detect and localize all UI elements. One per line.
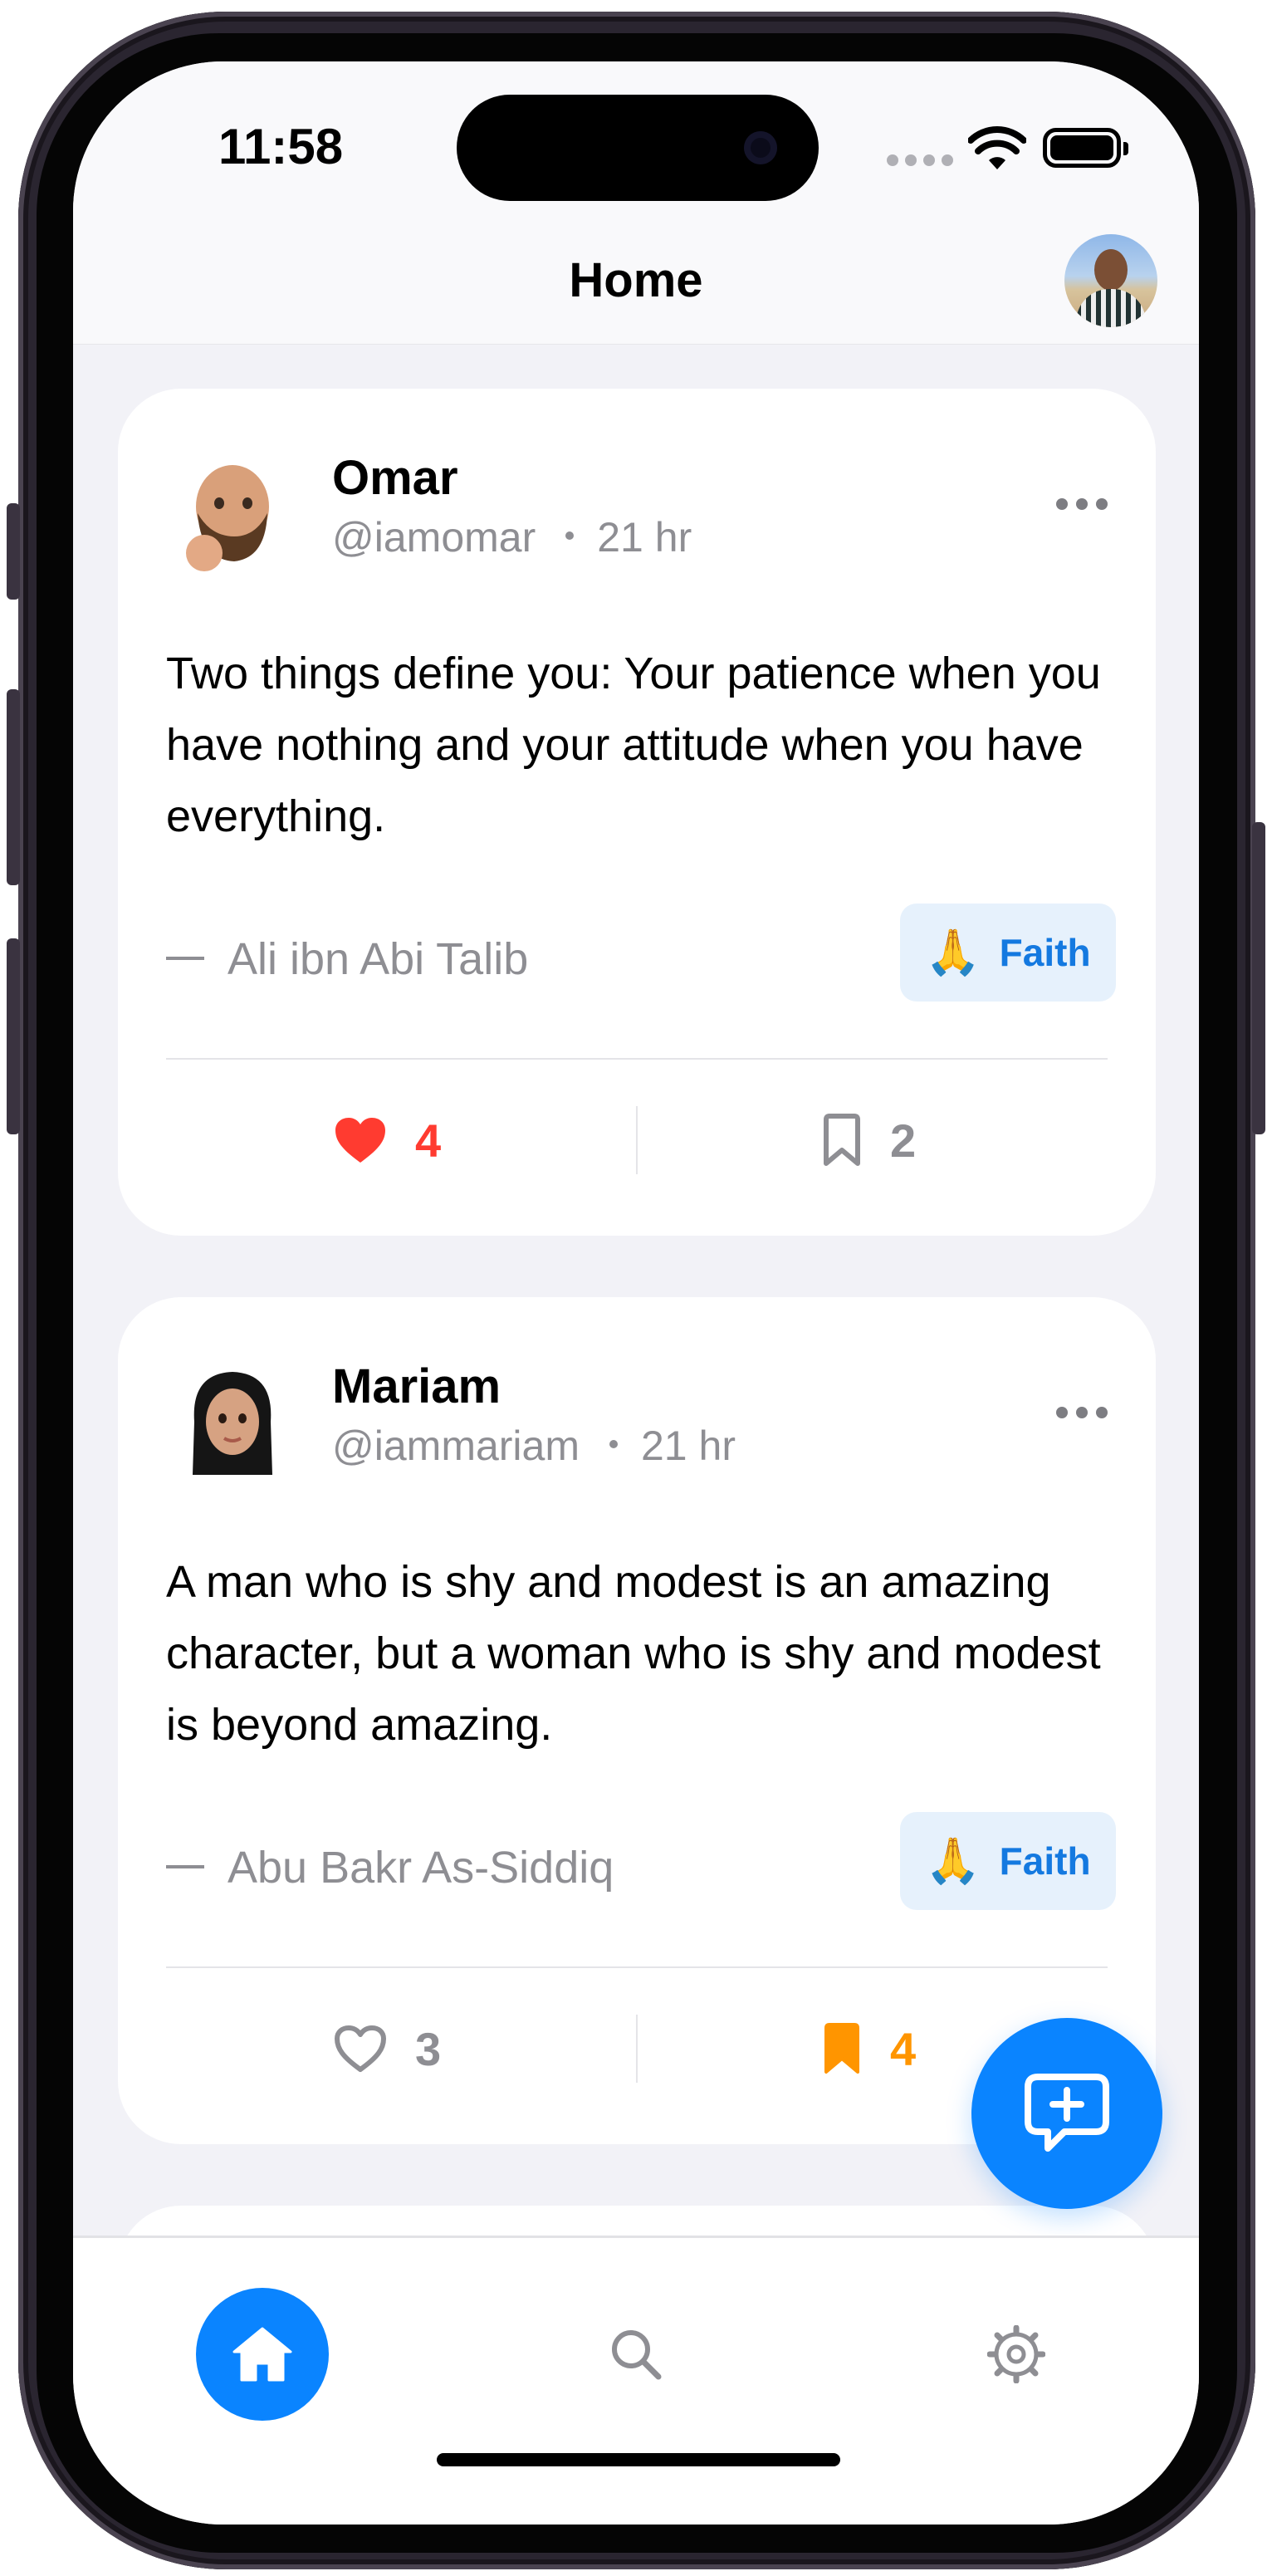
new-post-button[interactable] (971, 2018, 1162, 2209)
more-options-icon[interactable] (1056, 1407, 1108, 1418)
user-name[interactable]: Mariam (332, 1359, 501, 1414)
author-name: Abu Bakr As-Siddiq (227, 1843, 614, 1893)
profile-avatar[interactable] (1064, 234, 1157, 327)
quote-text: A man who is shy and modest is an amazin… (166, 1557, 1101, 1750)
post-card[interactable]: Mariam @iammariam 21 hr A man who is shy … (118, 1297, 1156, 2144)
bookmark-button[interactable]: 4 (822, 2011, 916, 2086)
app-screen: 11:58 Home Omar @iamomar 21 hr Two thing… (73, 61, 1199, 2525)
wifi-icon (968, 126, 1026, 169)
user-memoji-icon (186, 465, 269, 571)
divider (166, 1058, 1108, 1060)
post-card[interactable]: Omar @iamomar 21 hr Two things define you… (118, 389, 1156, 1236)
bookmark-filled-icon (824, 2023, 859, 2074)
tag-label: Faith (999, 1839, 1091, 1883)
quote-author: Ali ibn Abi Talib (166, 933, 528, 985)
cellular-signal-icon (887, 154, 953, 166)
user-memoji-icon (193, 1372, 272, 1475)
heart-filled-icon (335, 1118, 385, 1163)
post-time: 21 hr (597, 514, 692, 561)
category-tag[interactable]: 🙏 Faith (900, 1812, 1116, 1910)
more-options-icon[interactable] (1056, 498, 1108, 510)
author-name: Ali ibn Abi Talib (227, 934, 529, 984)
volume-up-button (7, 689, 20, 885)
tab-search[interactable] (570, 2288, 702, 2421)
dynamic-island (457, 95, 819, 201)
bookmark-count: 4 (890, 2022, 917, 2075)
page-title: Home (569, 253, 703, 307)
status-time: 11:58 (218, 119, 344, 174)
user-handle: @iamomar (332, 514, 536, 561)
volume-down-button (7, 938, 20, 1134)
tab-home[interactable] (196, 2288, 329, 2421)
quote-author: Abu Bakr As-Siddiq (166, 1842, 614, 1893)
action-separator (636, 2015, 638, 2083)
divider (166, 1966, 1108, 1968)
like-count: 4 (415, 1114, 442, 1167)
user-handle: @iammariam (332, 1423, 580, 1469)
post-meta: @iamomar 21 hr (332, 513, 692, 561)
praying-hands-icon: 🙏 (925, 928, 981, 977)
tab-bar (73, 2236, 1199, 2525)
power-button (1252, 822, 1265, 1134)
bookmark-count: 2 (890, 1114, 917, 1167)
tag-label: Faith (999, 931, 1091, 974)
bookmark-button[interactable]: 2 (822, 1103, 916, 1178)
category-tag[interactable]: 🙏 Faith (900, 904, 1116, 1002)
post-meta: @iammariam 21 hr (332, 1422, 736, 1470)
praying-hands-icon: 🙏 (925, 1836, 981, 1886)
heart-outline-icon (335, 2025, 386, 2072)
battery-icon (1043, 128, 1128, 168)
like-count: 3 (415, 2022, 442, 2075)
gear-icon (987, 2325, 1045, 2383)
post-time: 21 hr (641, 1423, 736, 1469)
front-camera-icon (744, 131, 777, 164)
tab-settings[interactable] (950, 2288, 1083, 2421)
compose-message-icon (1025, 2074, 1109, 2152)
bookmark-outline-icon (824, 1114, 860, 1166)
like-button[interactable]: 4 (334, 1103, 441, 1178)
search-icon (612, 2330, 662, 2380)
home-indicator (437, 2453, 840, 2466)
like-button[interactable]: 3 (334, 2011, 441, 2086)
action-separator (636, 1106, 638, 1174)
action-button (7, 503, 20, 600)
navigation-bar: 11:58 Home (73, 61, 1199, 345)
quote-text: Two things define you: Your patience whe… (166, 649, 1101, 841)
user-name[interactable]: Omar (332, 450, 458, 506)
home-icon (232, 2327, 292, 2382)
